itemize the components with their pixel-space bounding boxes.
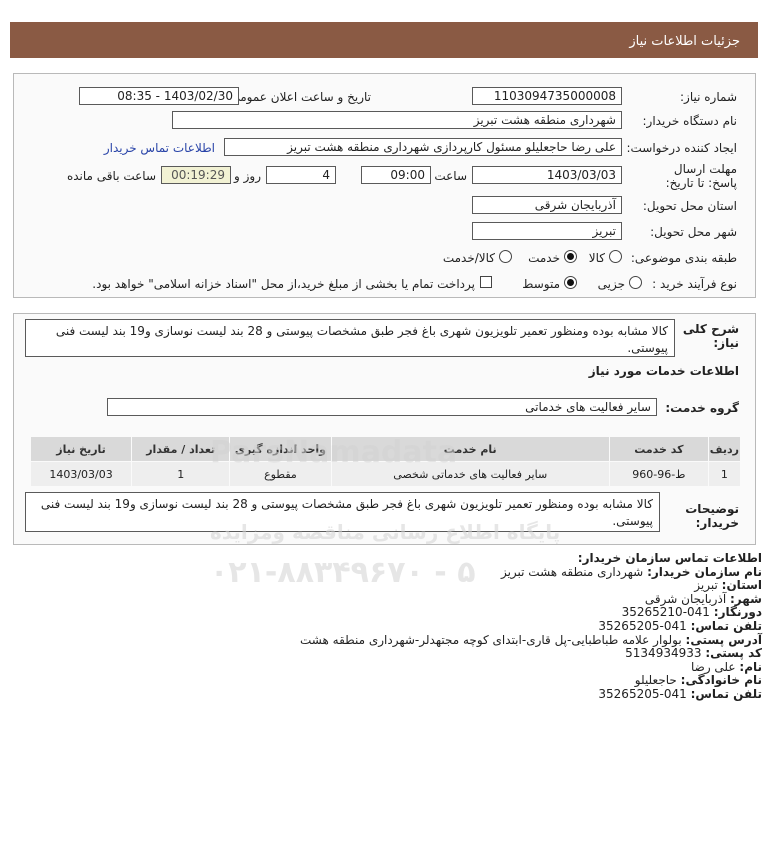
- process-radio-minor[interactable]: [629, 276, 642, 289]
- creator-label: ایجاد کننده درخواست:: [626, 141, 737, 155]
- page-header: جزئیات اطلاعات نیاز: [10, 22, 758, 58]
- cell-row: 1: [707, 461, 742, 487]
- process-option-minor: جزیی: [597, 277, 625, 291]
- announce-label: تاریخ و ساعت اعلان عمومی:: [226, 90, 371, 104]
- col-qty-header: تعداد / مقدار: [131, 436, 231, 462]
- contact-family: نام خانوادگی: حاجعلیلو: [634, 673, 762, 688]
- announce-field[interactable]: 1403/02/30 - 08:35: [79, 87, 239, 105]
- buyer-org-field[interactable]: شهرداری منطقه هشت تبریز: [172, 111, 622, 129]
- cell-date: 1403/03/03: [29, 461, 133, 487]
- process-radio-medium[interactable]: [564, 276, 577, 289]
- contact-fax: دورنگار: 041-35265210: [621, 605, 762, 620]
- contact-postal: کد پستی: 5134934933: [625, 646, 762, 661]
- deadline-time-field[interactable]: 09:00: [361, 166, 431, 184]
- col-row-header: ردیف: [707, 436, 742, 462]
- col-name-header: نام خدمت: [330, 436, 610, 462]
- contact-province: استان: تبریز: [694, 578, 762, 593]
- creator-field[interactable]: علی رضا حاجعلیلو مسئول کارپردازی شهرداری…: [224, 138, 622, 156]
- table-row: 1 ط-96-960 سایر فعالیت های خدماتی شخصی م…: [29, 461, 742, 487]
- category-radio-service[interactable]: [564, 250, 577, 263]
- category-radio-goods[interactable]: [609, 250, 622, 263]
- service-group-field[interactable]: سایر فعالیت های خدماتی: [107, 398, 657, 416]
- buyer-notes-label: توضیحات خریدار:: [685, 502, 739, 530]
- process-label: نوع فرآیند خرید :: [652, 277, 737, 291]
- cell-name: سایر فعالیت های خدماتی شخصی: [330, 461, 610, 487]
- buyer-org-label: نام دستگاه خریدار:: [642, 114, 738, 128]
- need-number-field[interactable]: 1103094735000008: [472, 87, 622, 105]
- days-field[interactable]: 4: [266, 166, 336, 184]
- col-unit-header: واحد اندازه گیری: [229, 436, 332, 462]
- contact-org: نام سازمان خریدار: شهرداری منطقه هشت تبر…: [500, 564, 762, 579]
- table-header-row: ردیف کد خدمت نام خدمت واحد اندازه گیری ت…: [29, 436, 742, 462]
- cell-qty: 1: [131, 461, 231, 487]
- process-option-medium: متوسط: [522, 277, 560, 291]
- city-label: شهر محل تحویل:: [650, 225, 737, 239]
- need-number-label: شماره نیاز:: [680, 90, 737, 104]
- days-label: روز و: [234, 169, 261, 183]
- category-option-goods: کالا: [588, 251, 605, 265]
- remaining-label: ساعت باقی مانده: [66, 169, 156, 183]
- summary-label: شرح کلی نیاز:: [682, 322, 739, 350]
- payment-note: پرداخت تمام یا بخشی از مبلغ خرید،از محل …: [92, 277, 475, 291]
- summary-field: کالا مشابه بوده ومنظور تعمیر تلویزیون شه…: [25, 319, 675, 357]
- contact-phone: تلفن تماس: 041-35265205: [598, 618, 762, 633]
- category-option-service: خدمت: [528, 251, 560, 265]
- contact-name: نام: علی رضا: [690, 659, 762, 674]
- page-title: جزئیات اطلاعات نیاز: [629, 34, 740, 49]
- services-heading: اطلاعات خدمات مورد نیاز: [588, 364, 739, 378]
- category-radio-both[interactable]: [499, 250, 512, 263]
- contact-info: اطلاعات تماس سازمان خریدار: نام سازمان خ…: [300, 551, 762, 702]
- deadline-date-field[interactable]: 1403/03/03: [472, 166, 622, 184]
- city-field[interactable]: تبریز: [472, 222, 622, 240]
- time-label: ساعت: [434, 169, 467, 183]
- services-table: ردیف کد خدمت نام خدمت واحد اندازه گیری ت…: [29, 436, 742, 487]
- category-label: طبقه بندی موضوعی:: [630, 251, 737, 265]
- contact-address: آدرس پستی: بولوار علامه طباطبایی-پل قاری…: [300, 632, 762, 647]
- category-option-both: کالا/خدمت: [442, 251, 495, 265]
- col-code-header: کد خدمت: [608, 436, 709, 462]
- remaining-time-field: 00:19:29: [161, 166, 231, 184]
- col-date-header: تاریخ نیاز: [29, 436, 133, 462]
- contact-phone2: تلفن تماس: 041-35265205: [598, 686, 762, 701]
- need-info-panel: شماره نیاز: 1103094735000008 تاریخ و ساع…: [13, 73, 756, 298]
- treasury-checkbox[interactable]: [480, 276, 492, 288]
- cell-unit: مقطوع: [229, 461, 332, 487]
- details-panel: شرح کلی نیاز: کالا مشابه بوده ومنظور تعم…: [13, 313, 756, 545]
- province-field[interactable]: آذربایجان شرقی: [472, 196, 622, 214]
- service-group-label: گروه خدمت:: [665, 401, 739, 415]
- contact-city: شهر: آذربایجان شرقی: [644, 591, 762, 606]
- province-label: استان محل تحویل:: [642, 199, 737, 213]
- deadline-label: مهلت ارسال پاسخ: تا تاریخ:: [665, 162, 737, 190]
- buyer-notes-field: کالا مشابه بوده ومنظور تعمیر تلویزیون شه…: [25, 492, 660, 532]
- buyer-contact-link[interactable]: اطلاعات تماس خریدار: [104, 141, 215, 155]
- contact-heading: اطلاعات تماس سازمان خریدار:: [577, 551, 762, 565]
- cell-code: ط-96-960: [608, 461, 709, 487]
